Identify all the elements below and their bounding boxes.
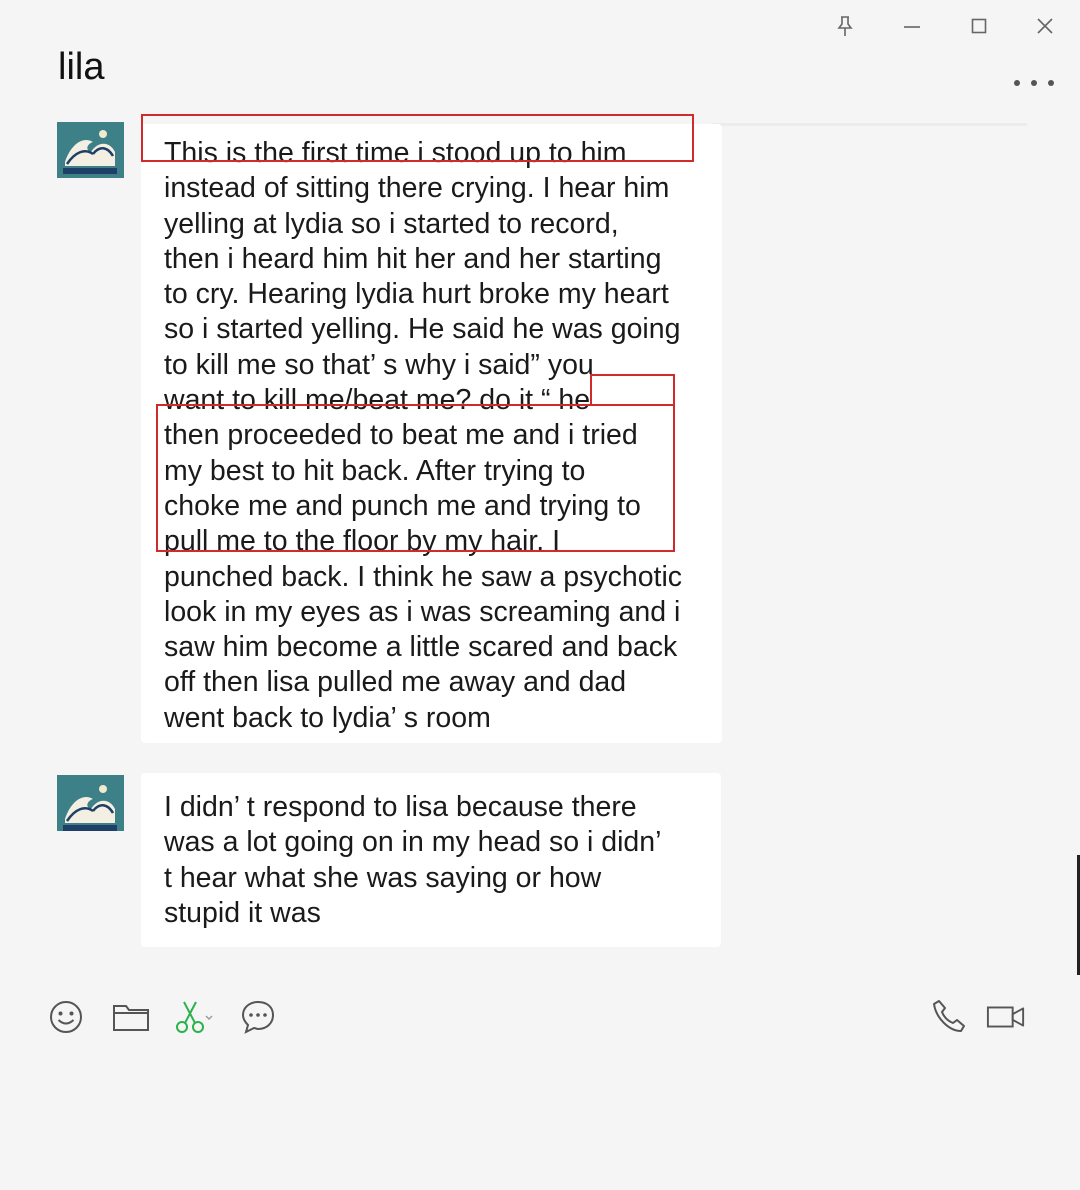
more-dots-icon[interactable] bbox=[1014, 70, 1054, 96]
message-line: I didn’ t respond to lisa because there bbox=[164, 791, 637, 823]
message-line: saw him become a little scared and back bbox=[164, 631, 678, 664]
highlight-box-beating bbox=[156, 404, 675, 552]
wave-painting-avatar bbox=[57, 775, 124, 831]
phone-icon[interactable] bbox=[930, 997, 970, 1037]
message-line: so i started yelling. He said he was goi… bbox=[164, 313, 681, 346]
folder-icon[interactable] bbox=[111, 997, 151, 1037]
video-call-icon[interactable] bbox=[986, 997, 1026, 1037]
message-line: t hear what she was saying or how bbox=[164, 861, 602, 894]
close-icon[interactable] bbox=[1028, 12, 1062, 40]
chat-title: lila bbox=[58, 46, 105, 88]
message-line: yelling at lydia so i started to record, bbox=[164, 207, 619, 240]
message-bubble[interactable]: I didn’ t respond to lisa because there … bbox=[141, 773, 721, 947]
scissors-icon[interactable] bbox=[174, 997, 214, 1037]
chat-bubble-icon[interactable] bbox=[238, 997, 278, 1037]
message-line: stupid it was bbox=[164, 896, 321, 929]
message-line: to cry. Hearing lydia hurt broke my hear… bbox=[164, 278, 669, 311]
wave-painting-avatar bbox=[57, 122, 124, 178]
input-toolbar bbox=[0, 975, 1080, 1190]
message-line: then i heard him hit her and her startin… bbox=[164, 242, 662, 275]
divider bbox=[712, 123, 1027, 126]
emoji-icon[interactable] bbox=[46, 997, 86, 1037]
maximize-icon[interactable] bbox=[962, 12, 996, 40]
minimize-icon[interactable] bbox=[895, 12, 929, 40]
message-line: off then lisa pulled me away and dad bbox=[164, 666, 627, 699]
highlight-box-first-line bbox=[141, 114, 694, 162]
avatar[interactable] bbox=[57, 122, 124, 178]
message-line: went back to lydia’ s room bbox=[164, 701, 491, 734]
avatar[interactable] bbox=[57, 775, 124, 831]
message-line: instead of sitting there crying. I hear … bbox=[164, 172, 670, 205]
pin-icon[interactable] bbox=[828, 12, 862, 40]
message-line: look in my eyes as i was screaming and i bbox=[164, 595, 681, 628]
message-line: was a lot going on in my head so i didn’ bbox=[164, 826, 662, 859]
title-bar: lila bbox=[0, 0, 1080, 105]
highlight-box-he bbox=[590, 374, 675, 406]
message-line: punched back. I think he saw a psychotic bbox=[164, 560, 683, 593]
